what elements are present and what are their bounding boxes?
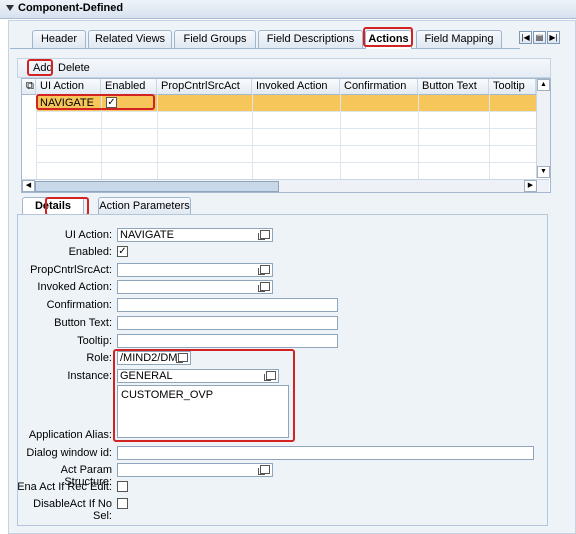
column-header[interactable]: UI Action (36, 79, 101, 94)
disable-act-checkbox[interactable] (117, 498, 128, 509)
tooltip-field[interactable] (117, 334, 338, 348)
table-toolbar: Add Delete (17, 58, 551, 78)
table-row[interactable] (36, 163, 536, 180)
button-text-label: Button Text: (54, 317, 112, 329)
column-header[interactable]: Enabled (101, 79, 157, 94)
last-tab-icon[interactable]: ▶| (547, 31, 560, 44)
tab-action-parameters[interactable]: Action Parameters (98, 197, 191, 215)
tab-menu-icon[interactable]: ▤ (533, 31, 546, 44)
table-row[interactable] (36, 129, 536, 146)
scroll-down-icon[interactable]: ▼ (537, 166, 550, 178)
delete-button[interactable]: Delete (56, 61, 92, 75)
divider (157, 94, 158, 179)
tab-bar: Header Related Views Field Groups Field … (10, 30, 520, 49)
act-param-field[interactable] (117, 463, 273, 477)
annotation-navigate-row (36, 94, 155, 110)
divider (340, 94, 341, 179)
invoked-action-label: Invoked Action: (37, 281, 112, 293)
table-header: ⧉ UI Action Enabled PropCntrlSrcAct Invo… (22, 79, 536, 95)
instance-label: Instance: (67, 370, 112, 382)
propcntrl-label: PropCntrlSrcAct: (30, 264, 112, 276)
column-header[interactable]: Invoked Action (252, 79, 340, 94)
table-row[interactable] (36, 146, 536, 163)
propcntrl-field[interactable] (117, 263, 273, 277)
column-header[interactable]: Confirmation (340, 79, 418, 94)
value-help-icon[interactable] (258, 282, 270, 292)
dialog-window-label: Dialog window id: (26, 447, 112, 459)
role-label: Role: (86, 352, 112, 364)
button-text-field[interactable] (117, 316, 338, 330)
confirmation-field[interactable] (117, 298, 338, 312)
annotation-role-instance (113, 349, 295, 442)
column-header[interactable]: Tooltip (489, 79, 536, 94)
first-tab-icon[interactable]: |◀ (519, 31, 532, 44)
column-header[interactable]: Button Text (418, 79, 489, 94)
enabled-checkbox[interactable]: ✓ (117, 246, 128, 257)
tooltip-label: Tooltip: (77, 335, 112, 347)
enabled-label: Enabled: (68, 246, 112, 258)
table-row[interactable] (36, 112, 536, 129)
scroll-left-icon[interactable]: ◀ (22, 180, 35, 192)
horizontal-scrollbar[interactable]: ◀ ▶ (22, 179, 549, 192)
dialog-window-field[interactable] (117, 446, 534, 460)
panel-header[interactable]: Component-Defined (0, 0, 576, 19)
tab-header[interactable]: Header (32, 30, 86, 48)
application-alias-label: Application Alias: (28, 429, 112, 441)
divider (252, 94, 253, 179)
scroll-right-icon[interactable]: ▶ (524, 180, 537, 192)
disable-act-label: DisableAct If No Sel: (33, 498, 112, 522)
ui-action-label: UI Action: (64, 229, 112, 241)
ena-act-label: Ena Act If Rec Edit: (17, 481, 112, 493)
detail-tab-bar: Details Action Parameters (22, 197, 546, 216)
scroll-thumb[interactable] (35, 181, 279, 192)
divider (489, 94, 490, 179)
column-header[interactable]: PropCntrlSrcAct (157, 79, 252, 94)
tab-related-views[interactable]: Related Views (88, 30, 172, 48)
tab-field-mapping[interactable]: Field Mapping (416, 30, 502, 48)
vertical-scrollbar[interactable]: ▲ ▼ (536, 79, 550, 178)
select-all-icon[interactable]: ⧉ (22, 79, 36, 94)
confirmation-label: Confirmation: (46, 299, 112, 311)
panel-title: Component-Defined (18, 2, 124, 14)
collapse-triangle-icon[interactable] (6, 5, 14, 11)
annotation-add-button (27, 59, 53, 76)
scroll-up-icon[interactable]: ▲ (537, 79, 550, 91)
divider (418, 94, 419, 179)
value-help-icon[interactable] (258, 230, 270, 240)
tab-field-descriptions[interactable]: Field Descriptions (258, 30, 363, 48)
ena-act-checkbox[interactable] (117, 481, 128, 492)
tab-field-groups[interactable]: Field Groups (174, 30, 256, 48)
annotation-actions-tab (363, 27, 413, 47)
invoked-action-field[interactable] (117, 280, 273, 294)
value-help-icon[interactable] (258, 465, 270, 475)
ui-action-value: NAVIGATE (120, 229, 174, 241)
ui-action-field[interactable]: NAVIGATE (117, 228, 273, 242)
value-help-icon[interactable] (258, 265, 270, 275)
